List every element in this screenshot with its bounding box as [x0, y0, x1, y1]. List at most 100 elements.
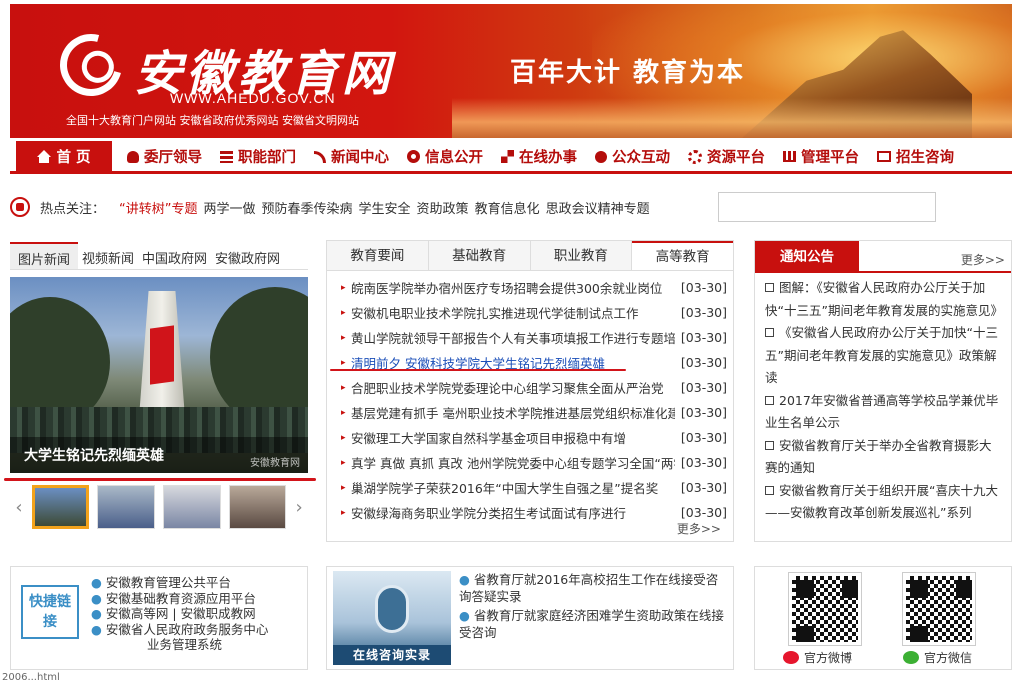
news-item[interactable]: ▸ 基层党建有抓手 亳州职业技术学院推进基层党组织标准化建设 [03-30]: [341, 400, 727, 425]
news-date: [03-30]: [680, 305, 727, 320]
featured-photo[interactable]: 大学生铭记先烈缅英雄 安徽教育网: [10, 277, 308, 473]
weibo-link[interactable]: 官方微博: [783, 649, 852, 666]
tab-higher-education[interactable]: 高等教育: [632, 241, 733, 270]
news-title: 安徽理工大学国家自然科学基金项目申报稳中有增: [351, 431, 627, 446]
quick-link-label: 安徽教育管理公共平台: [105, 575, 231, 590]
hot-topics-label: 热点关注：: [40, 201, 106, 217]
notice-list: 图解：《安徽省人民政府办公厅关于加快“十三五”期间老年教育发展的实施意见》 《安…: [755, 273, 1011, 525]
nav-resource-platform[interactable]: 资源平台: [679, 142, 774, 172]
nav-news-center[interactable]: 新闻中心: [305, 142, 398, 172]
nav-public-interaction[interactable]: 公众互动: [586, 142, 679, 172]
weibo-icon: [783, 651, 799, 664]
consult-item[interactable]: ● 省教育厅就2016年高校招生工作在线接受咨询答疑实录: [459, 571, 725, 605]
bullet-icon: ▸: [341, 357, 346, 368]
notice-item[interactable]: 安徽省教育厅关于举办全省教育摄影大赛的通知: [765, 435, 1001, 480]
hot-link[interactable]: 学生安全: [359, 198, 411, 217]
tab-ah-gov[interactable]: 安徽政府网: [211, 242, 284, 269]
quick-link[interactable]: ● 安徽基础教育资源应用平台: [91, 591, 268, 607]
nav-label: 信息公开: [425, 150, 483, 166]
nav-label: 首 页: [56, 150, 91, 166]
nav-label: 资源平台: [707, 150, 765, 166]
quick-link[interactable]: ● 安徽高等网 | 安徽职成教网: [91, 606, 268, 622]
news-item[interactable]: ▸ 安徽机电职业技术学院扎实推进现代学徒制试点工作 [03-30]: [341, 300, 727, 325]
tab-vocational-education[interactable]: 职业教育: [531, 241, 633, 270]
chevron-left-icon[interactable]: ‹: [10, 497, 28, 518]
weibo-qr-code: [788, 572, 862, 646]
square-bullet-icon: [765, 395, 774, 405]
dot-icon: ●: [459, 608, 470, 623]
nav-info-disclosure[interactable]: 信息公开: [398, 142, 492, 172]
bullet-icon: ▸: [341, 507, 346, 518]
news-title: 基层党建有抓手 亳州职业技术学院推进基层党组织标准化建设: [351, 406, 675, 421]
thumbnail[interactable]: [163, 485, 221, 529]
news-item[interactable]: ▸ 巢湖学院学子荣获2016年“中国大学生自强之星”提名奖 [03-30]: [341, 475, 727, 500]
news-date: [03-30]: [680, 405, 727, 420]
news-more-link[interactable]: 更多>>: [677, 520, 721, 537]
news-item[interactable]: ▸ 安徽绿海商务职业学院分类招生考试面试有序进行 [03-30]: [341, 500, 727, 525]
news-item[interactable]: ▸ 安徽理工大学国家自然科学基金项目申报稳中有增 [03-30]: [341, 425, 727, 450]
weibo-label: 官方微博: [804, 651, 853, 665]
notice-item[interactable]: 图解：《安徽省人民政府办公厅关于加快“十三五”期间老年教育发展的实施意见》: [765, 277, 1003, 322]
news-item[interactable]: ▸ 真学 真做 真抓 真改 池州学院党委中心组专题学习全国“两学一做” [03-30…: [341, 450, 727, 475]
consult-item[interactable]: ● 省教育厅就家庭经济困难学生资助政策在线接受咨询: [459, 607, 725, 641]
notice-panel: 通知公告 更多>> 图解：《安徽省人民政府办公厅关于加快“十三五”期间老年教育发…: [754, 240, 1012, 542]
logo-icon[interactable]: [48, 22, 134, 108]
bullet-icon: ▸: [341, 432, 346, 443]
news-item[interactable]: ▸ 皖南医学院举办宿州医疗专场招聘会提供300余就业岗位 [03-30]: [341, 275, 727, 300]
hot-link[interactable]: 教育信息化: [475, 198, 540, 217]
nav-label: 招生咨询: [896, 150, 954, 166]
quick-link[interactable]: ● 安徽教育管理公共平台: [91, 575, 268, 591]
wechat-link[interactable]: 官方微信: [903, 649, 972, 666]
thumbnail[interactable]: [228, 485, 287, 529]
thumbnail[interactable]: [97, 485, 156, 529]
nav-leaders[interactable]: 委厅领导: [118, 142, 211, 172]
photo-tabs: 图片新闻 视频新闻 中国政府网 安徽政府网: [10, 242, 308, 270]
hot-link[interactable]: 思政会议精神专题: [546, 198, 650, 217]
rss-icon: [314, 150, 326, 163]
wechat-qr-code: [902, 572, 976, 646]
nav-departments[interactable]: 职能部门: [211, 142, 305, 172]
notice-text: 图解：《安徽省人民政府办公厅关于加快“十三五”期间老年教育发展的实施意见》: [765, 280, 1003, 318]
chevron-right-icon[interactable]: ›: [290, 497, 308, 518]
chart-icon: [783, 151, 796, 162]
consult-banner-image[interactable]: 在线咨询实录: [333, 571, 451, 665]
hot-link[interactable]: 资助政策: [417, 198, 469, 217]
hot-link[interactable]: 预防春季传染病: [262, 198, 353, 217]
tab-photo-news[interactable]: 图片新闻: [10, 242, 79, 269]
search-input[interactable]: [718, 192, 936, 222]
notice-item[interactable]: 安徽省教育厅关于组织开展“喜庆十九大——安徽教育改革创新发展巡礼”系列: [765, 480, 1001, 525]
nav-management-platform[interactable]: 管理平台: [774, 142, 868, 172]
thumbnail[interactable]: [31, 485, 90, 529]
notice-item[interactable]: 2017年安徽省普通高等学校品学兼优毕业生名单公示: [765, 390, 1001, 435]
hot-link[interactable]: “讲转树”专题: [119, 198, 197, 217]
quick-link[interactable]: 业务管理系统: [91, 637, 268, 653]
site-slogan: 百年大计 教育为本: [510, 58, 746, 88]
tab-education-news[interactable]: 教育要闻: [327, 241, 429, 270]
tab-gov-cn[interactable]: 中国政府网: [138, 242, 211, 269]
consult-banner-label: 在线咨询实录: [333, 645, 451, 665]
nav-home[interactable]: 首 页: [16, 140, 112, 173]
notice-text: 安徽省教育厅关于举办全省教育摄影大赛的通知: [765, 437, 992, 476]
tab-video-news[interactable]: 视频新闻: [78, 242, 138, 269]
news-date: [03-30]: [680, 505, 727, 520]
dot-icon: ●: [91, 575, 102, 590]
nav-online-services[interactable]: 在线办事: [492, 142, 586, 172]
news-title: 安徽机电职业技术学院扎实推进现代学徒制试点工作: [351, 306, 639, 321]
tab-basic-education[interactable]: 基础教育: [429, 241, 531, 270]
nav-admissions[interactable]: 招生咨询: [868, 142, 963, 172]
notice-more-link[interactable]: 更多>>: [961, 251, 1005, 268]
bullet-icon: ▸: [341, 457, 346, 468]
news-item[interactable]: ▸ 清明前夕 安徽科技学院大学生铭记先烈缅英雄 [03-30]: [341, 350, 727, 375]
news-item[interactable]: ▸ 黄山学院就领导干部报告个人有关事项填报工作进行专题培训 [03-30]: [341, 325, 727, 350]
nav-label: 委厅领导: [144, 150, 202, 166]
quick-link[interactable]: ● 安徽省人民政府政务服务中心: [91, 622, 268, 638]
annotation-underline: [4, 478, 316, 481]
photo-flag: [150, 325, 174, 385]
dot-icon: ●: [91, 621, 102, 637]
news-item[interactable]: ▸ 合肥职业技术学院党委理论中心组学习聚焦全面从严治党 [03-30]: [341, 375, 727, 400]
notice-title[interactable]: 通知公告: [755, 241, 859, 273]
hot-link[interactable]: 两学一做: [204, 198, 256, 217]
notice-item[interactable]: 《安徽省人民政府办公厅关于加快“十三五”期间老年教育发展的实施意见》政策解读: [765, 322, 1001, 390]
notice-header: 通知公告 更多>>: [755, 241, 1011, 273]
wechat-label: 官方微信: [924, 651, 973, 665]
